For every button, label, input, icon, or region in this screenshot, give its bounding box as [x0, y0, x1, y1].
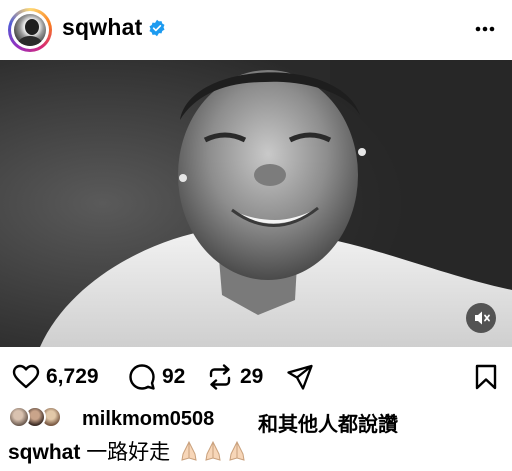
praying-hands-icon [181, 440, 245, 461]
post-caption: sqwhat 一路好走 [8, 436, 250, 466]
post-username[interactable]: sqwhat [62, 14, 142, 41]
comments-count[interactable]: 92 [162, 365, 185, 389]
post-media[interactable] [0, 60, 512, 347]
portrait-photo [0, 60, 512, 347]
reposts-count[interactable]: 29 [240, 365, 263, 389]
liker-avatar [8, 406, 30, 428]
save-icon[interactable] [472, 363, 500, 391]
likes-count[interactable]: 6,729 [46, 365, 99, 389]
post-header: sqwhat [0, 0, 512, 60]
caption-text: 一路好走 [86, 441, 171, 464]
avatar-image [14, 14, 46, 46]
verified-badge-icon [149, 19, 165, 37]
profile-avatar[interactable] [8, 8, 52, 52]
comment-icon[interactable] [128, 363, 156, 391]
mute-icon[interactable] [466, 303, 496, 333]
liked-by-row[interactable]: milkmom0508 和其他人都說讚 [8, 405, 508, 436]
caption-username[interactable]: sqwhat [8, 441, 80, 464]
repost-icon[interactable] [206, 363, 234, 391]
action-bar: 6,729 92 29 [0, 357, 512, 397]
heart-icon[interactable] [12, 363, 40, 391]
more-options-icon[interactable] [472, 16, 498, 42]
share-icon[interactable] [286, 363, 314, 391]
liked-by-others-text[interactable]: 和其他人都說讚 [258, 408, 398, 437]
liked-by-username[interactable]: milkmom0508 [82, 408, 214, 431]
